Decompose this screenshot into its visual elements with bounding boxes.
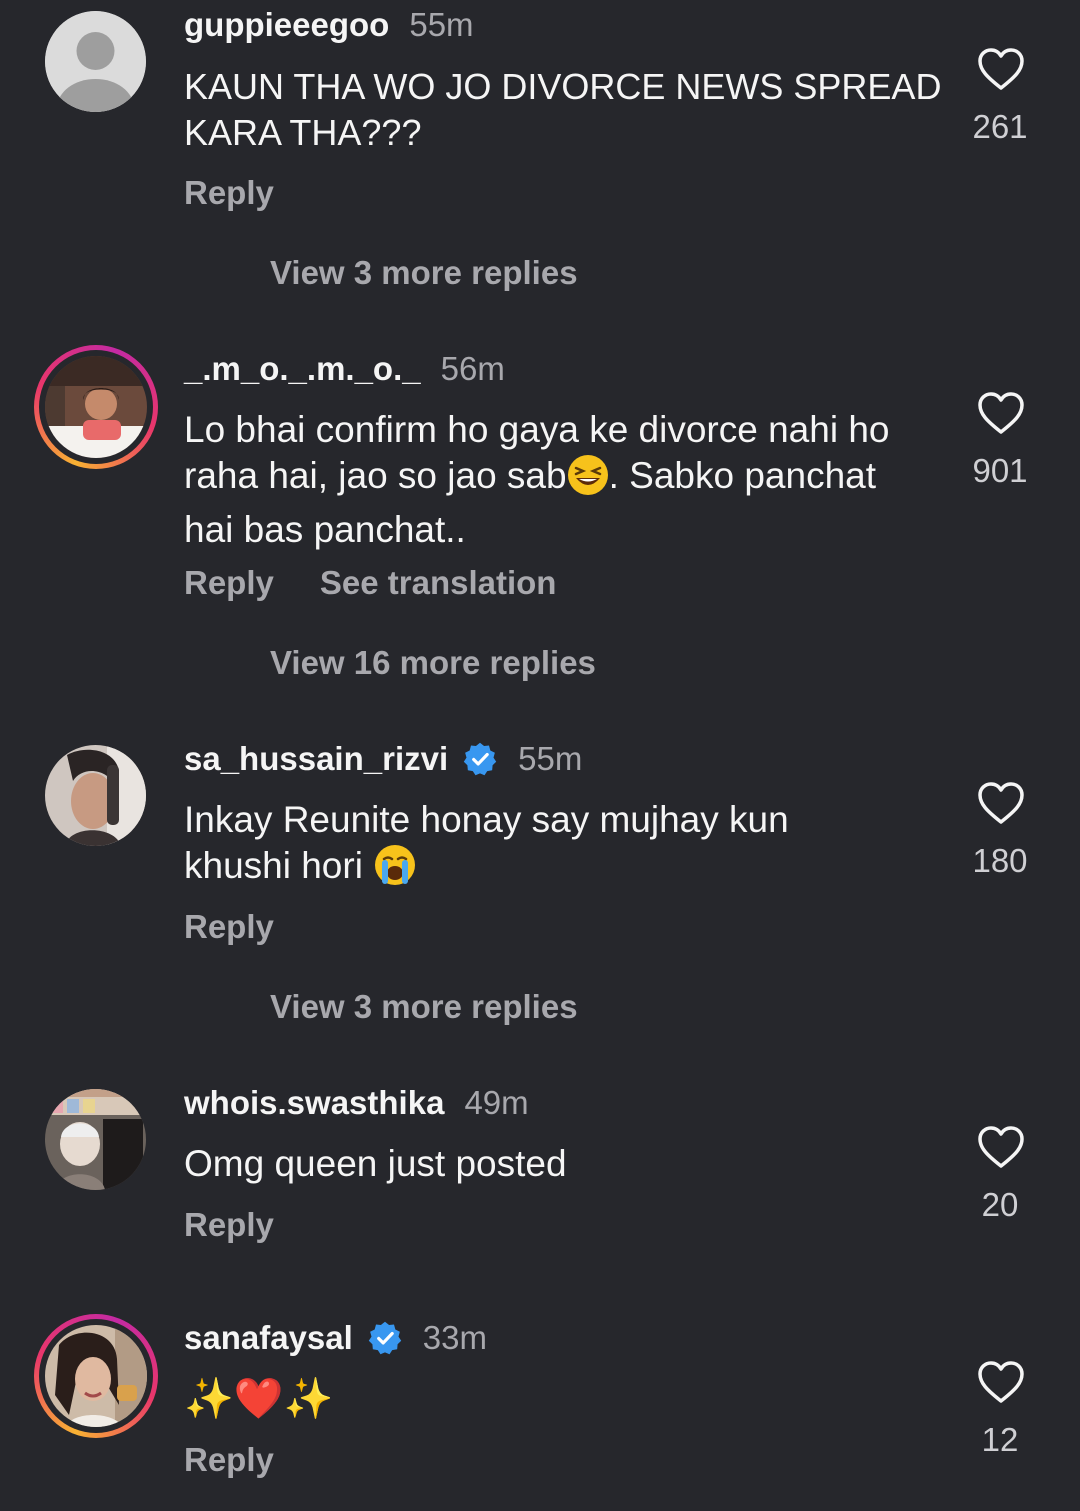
avatar-photo [45,745,146,846]
comment-header: _.m_o._.m._o._ 56m [184,350,505,388]
reply-button[interactable]: Reply [184,564,274,602]
avatar[interactable] [45,11,146,112]
username[interactable]: whois.swasthika [184,1084,444,1122]
comment-text-part: khushi hori [184,845,374,886]
comment-header: sa_hussain_rizvi 55m [184,740,582,778]
timestamp: 55m [409,6,474,43]
avatar-photo [45,1325,147,1427]
username[interactable]: guppieeegoo [184,6,389,44]
comment-text-line: khushi hori [184,843,944,897]
laughing-emoji-icon [567,454,609,507]
reply-button[interactable]: Reply [184,1206,274,1244]
timestamp: 56m [440,350,505,387]
comment-text: Lo bhai confirm ho gaya ke divorce nahi … [184,407,944,553]
view-replies-button[interactable]: View 16 more replies [270,644,596,682]
verified-badge-icon [368,1321,401,1355]
avatar[interactable] [45,745,146,846]
view-replies-button[interactable]: View 3 more replies [270,254,578,292]
avatar-story-ring[interactable] [34,345,158,469]
comment-actions: Reply [184,1206,274,1244]
crying-emoji-icon [373,844,417,897]
avatar-photo [45,1089,146,1190]
comment-text-line: hai bas panchat.. [184,509,466,550]
username[interactable]: _.m_o._.m._o._ [184,350,421,388]
like-count: 180 [972,842,1028,879]
reply-button[interactable]: Reply [184,1441,274,1479]
timestamp: 33m [422,1319,487,1356]
comment-actions: Reply [184,174,274,212]
view-replies-button[interactable]: View 3 more replies [270,988,578,1026]
avatar[interactable] [45,1089,146,1190]
comment-header: sanafaysal 33m [184,1319,487,1357]
heart-outline-icon[interactable] [977,1360,1025,1404]
reply-button[interactable]: Reply [184,908,274,946]
comment-text-line: Inkay Reunite honay say mujhay kun [184,799,789,840]
comment-actions: Reply See translation [184,564,556,602]
avatar-story-ring[interactable] [34,1314,158,1438]
comment-text-part: raha hai, jao so jao sab [184,455,567,496]
like-count: 20 [981,1186,1019,1223]
comment-actions: Reply [184,908,274,946]
avatar [45,1325,147,1427]
like-count: 12 [981,1421,1019,1458]
comment-text-part: . Sabko panchat [608,455,877,496]
avatar [45,356,147,458]
username[interactable]: sa_hussain_rizvi [184,740,448,778]
comment-header: whois.swasthika 49m [184,1084,529,1122]
comment-text-line: raha hai, jao so jao sab . Sabko panchat [184,453,944,507]
see-translation-button[interactable]: See translation [320,564,557,602]
heart-outline-icon[interactable] [977,47,1025,91]
avatar-photo [45,356,147,458]
timestamp: 55m [518,740,583,777]
comment-text: Omg queen just posted [184,1143,567,1184]
heart-outline-icon[interactable] [977,1125,1025,1169]
timestamp: 49m [464,1084,529,1121]
heart-outline-icon[interactable] [977,781,1025,825]
comment-header: guppieeegoo 55m [184,6,474,44]
heart-outline-icon[interactable] [977,391,1025,435]
comment-text: Inkay Reunite honay say mujhay kun khush… [184,797,944,897]
like-count: 901 [972,452,1028,489]
comment-text: KAUN THA WO JO DIVORCE NEWS SPREAD KARA … [184,66,942,153]
default-avatar-icon [45,11,146,112]
verified-badge-icon [463,742,497,776]
like-count: 261 [972,108,1028,145]
comment-text-line: Lo bhai confirm ho gaya ke divorce nahi … [184,409,890,450]
username[interactable]: sanafaysal [184,1319,353,1357]
comment-actions: Reply [184,1441,274,1479]
reply-button[interactable]: Reply [184,174,274,212]
comment-text: ✨❤️✨ [184,1377,334,1421]
